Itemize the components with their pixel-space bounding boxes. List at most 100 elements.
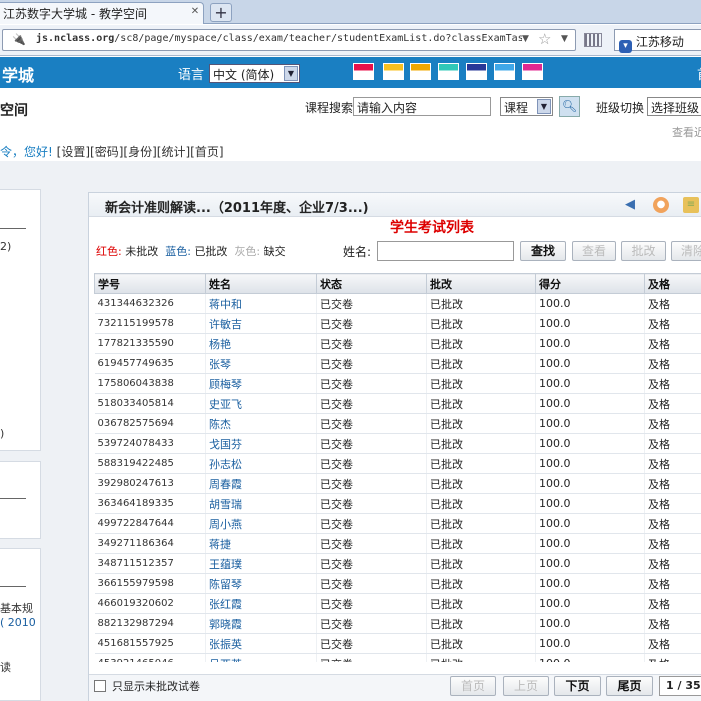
theme-swatch-1[interactable] [353,63,374,80]
student-name-cell[interactable]: 张振英 [205,633,317,654]
history-dropdown-icon[interactable]: ▼ [561,34,568,44]
next-page-button[interactable]: 下页 [554,676,601,696]
table-row[interactable]: 732115199578 许敏吉 已交卷 已批改 100.0 及格 [94,313,701,334]
column-header-status[interactable]: 状态 [316,273,427,294]
student-name-cell[interactable]: 许敏吉 [205,313,317,334]
search-engine-box[interactable]: ▾ 江苏移动 [614,29,701,53]
left-panel-link[interactable]: 基本规 [0,600,33,616]
column-header-name[interactable]: 姓名 [205,273,317,294]
tab-close-icon[interactable]: ✕ [188,5,202,19]
new-tab-button[interactable]: + [210,3,232,22]
clear-button[interactable]: 清除 [671,241,701,261]
student-name-cell[interactable]: 郭晓霞 [205,613,317,634]
student-name-cell[interactable]: 张红霞 [205,593,317,614]
browser-tab[interactable]: 江苏数字大学城 - 教学空间 [0,2,204,24]
student-name-cell[interactable]: 顾梅琴 [205,373,317,394]
home-page-link[interactable]: [首页] [190,145,223,159]
student-name-cell[interactable]: 王蕴璞 [205,553,317,574]
table-row[interactable]: 882132987294 郭晓霞 已交卷 已批改 100.0 及格 [94,613,701,634]
student-name-cell[interactable]: 蒋捷 [205,533,317,554]
site-identity-icon[interactable]: 🔌 [10,33,28,48]
notes-icon[interactable]: ≡ [683,197,699,213]
column-header-score[interactable]: 得分 [535,273,645,294]
pass-status-cell: 及格 [644,613,701,634]
theme-swatch-2[interactable] [383,63,404,80]
speaker-icon[interactable]: ◀ [622,197,638,213]
table-row[interactable]: 366155979598 陈留琴 已交卷 已批改 100.0 及格 [94,573,701,594]
grade-button[interactable]: 批改 [621,241,666,261]
student-name-cell[interactable]: 陈杰 [205,413,317,434]
student-name-cell[interactable]: 史亚飞 [205,393,317,414]
exam-status-cell: 已交卷 [316,573,427,594]
prev-page-button[interactable]: 上页 [503,676,549,696]
student-name-cell[interactable]: 杨艳 [205,333,317,354]
table-row[interactable]: 363464189335 胡雪瑞 已交卷 已批改 100.0 及格 [94,493,701,514]
page-indicator[interactable]: 1 / 35 [659,676,701,696]
view-recent-link[interactable]: 查看近 [672,124,701,140]
divider [0,498,26,499]
pass-status-cell: 及格 [644,653,701,662]
first-page-button[interactable]: 首页 [450,676,496,696]
identity-link[interactable]: [身份] [123,145,156,159]
course-type-select[interactable]: 课程 ▼ [500,97,553,116]
home-link[interactable]: 首 [697,64,701,83]
theme-swatch-4[interactable] [438,63,459,80]
student-name-cell[interactable]: 孙志松 [205,453,317,474]
table-row[interactable]: 392980247613 周春霞 已交卷 已批改 100.0 及格 [94,473,701,494]
class-switch-label: 班级切换 [596,101,645,115]
language-select[interactable]: 中文 (简体) ▼ [209,64,300,83]
url-dropdown-icon[interactable]: ▼ [522,34,529,44]
table-row[interactable]: 348711512357 王蕴璞 已交卷 已批改 100.0 及格 [94,553,701,574]
left-panel-3: 基本规 ( 2010 读 [0,548,41,701]
column-header-pass[interactable]: 及格 [644,273,701,294]
table-row[interactable]: 349271186364 蒋捷 已交卷 已批改 100.0 及格 [94,533,701,554]
table-row[interactable]: 036782575694 陈杰 已交卷 已批改 100.0 及格 [94,413,701,434]
url-text[interactable]: js.nclass.org/sc8/page/myspace/class/exa… [36,33,522,49]
student-name-cell[interactable]: 周春霞 [205,473,317,494]
find-button[interactable]: 查找 [520,241,566,261]
password-link[interactable]: [密码] [90,145,123,159]
person-icon[interactable]: ● [653,197,669,213]
table-row[interactable]: 453921465046吕亚英已交卷已批改100.0及格 [94,653,701,662]
view-button[interactable]: 查看 [572,241,616,261]
student-name-cell[interactable]: 吕亚英 [205,653,317,662]
left-panel-link[interactable]: ( 2010 [0,616,36,629]
student-name-cell[interactable]: 陈留琴 [205,573,317,594]
name-filter-input[interactable] [377,241,514,261]
table-row[interactable]: 588319422485 孙志松 已交卷 已批改 100.0 及格 [94,453,701,474]
table-row[interactable]: 466019320602 张红霞 已交卷 已批改 100.0 及格 [94,593,701,614]
search-button[interactable]: 🔍︎ [559,96,580,117]
table-row[interactable]: 539724078433 戈国芬 已交卷 已批改 100.0 及格 [94,433,701,454]
table-row[interactable]: 619457749635 张琴 已交卷 已批改 100.0 及格 [94,353,701,374]
student-name-cell[interactable]: 张琴 [205,353,317,374]
student-name-cell[interactable]: 蒋中和 [205,293,317,314]
left-panel-link[interactable]: 读 [0,659,11,675]
table-row[interactable]: 499722847644 周小燕 已交卷 已批改 100.0 及格 [94,513,701,534]
grid-icon[interactable] [584,33,602,47]
settings-link[interactable]: [设置] [57,145,90,159]
last-page-button[interactable]: 尾页 [606,676,653,696]
theme-swatch-6[interactable] [494,63,515,80]
column-header-id[interactable]: 学号 [94,273,206,294]
theme-swatch-5[interactable] [466,63,487,80]
student-name-cell[interactable]: 戈国芬 [205,433,317,454]
student-name-cell[interactable]: 胡雪瑞 [205,493,317,514]
table-row[interactable]: 177821335590 杨艳 已交卷 已批改 100.0 及格 [94,333,701,354]
theme-swatch-3[interactable] [410,63,431,80]
theme-swatch-7[interactable] [522,63,543,80]
student-name-cell[interactable]: 周小燕 [205,513,317,534]
only-unreviewed-checkbox[interactable] [94,680,106,692]
table-row[interactable]: 518033405814 史亚飞 已交卷 已批改 100.0 及格 [94,393,701,414]
table-row[interactable]: 431344632326 蒋中和 已交卷 已批改 100.0 及格 [94,293,701,314]
stats-link[interactable]: [统计] [157,145,190,159]
student-id-cell: 499722847644 [94,513,206,534]
table-row[interactable]: 175806043838 顾梅琴 已交卷 已批改 100.0 及格 [94,373,701,394]
review-status-cell: 已批改 [426,573,536,594]
course-search-input[interactable]: 请输入内容 [353,97,491,116]
table-row[interactable]: 451681557925 张振英 已交卷 已批改 100.0 及格 [94,633,701,654]
bookmark-star-icon[interactable]: ☆ [538,30,551,48]
class-select[interactable]: 选择班级 [647,97,701,116]
column-header-review[interactable]: 批改 [426,273,536,294]
review-status-cell: 已批改 [426,533,536,554]
status-legend: 红色: 未批改 蓝色: 已批改 灰色: 缺交 [96,243,286,259]
